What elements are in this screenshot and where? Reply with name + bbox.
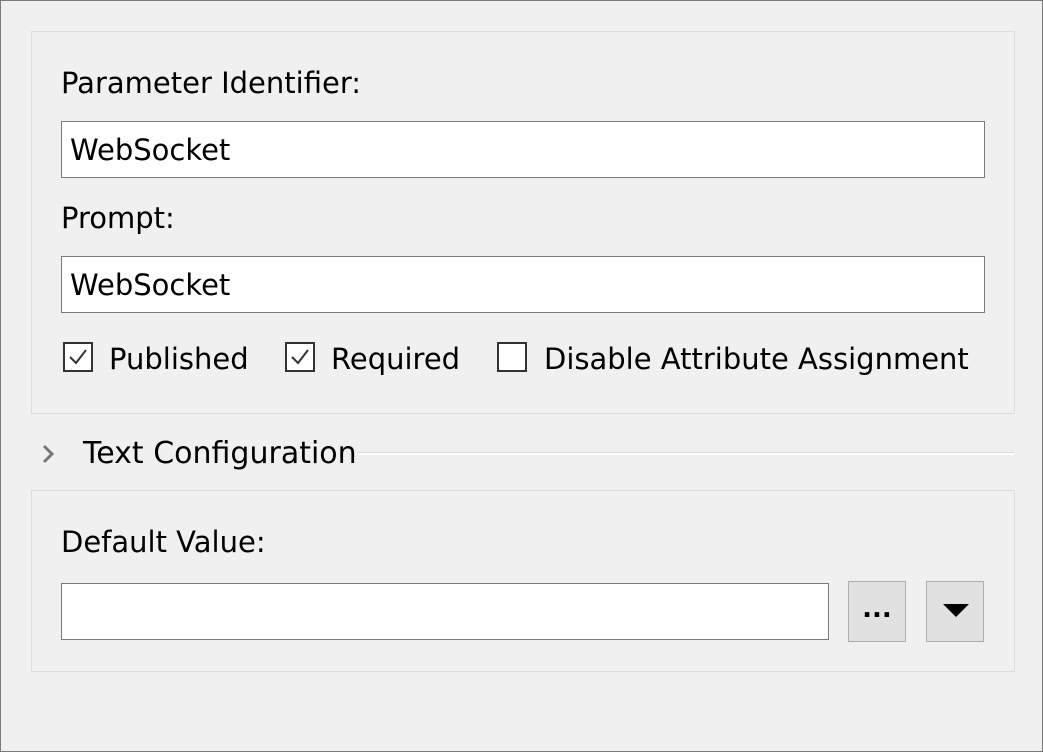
triangle-down-icon xyxy=(943,604,969,617)
required-checkbox[interactable] xyxy=(285,342,315,372)
section-divider xyxy=(358,452,1014,455)
checkmark-icon xyxy=(291,349,309,365)
default-value-group: Default Value: ... xyxy=(31,490,1015,672)
published-label[interactable]: Published xyxy=(109,342,249,376)
dropdown-button[interactable] xyxy=(926,581,984,642)
text-configuration-header[interactable]: Text Configuration xyxy=(31,433,1014,475)
published-checkbox[interactable] xyxy=(63,342,93,372)
parameter-group: Parameter Identifier: Prompt: Published … xyxy=(31,31,1015,414)
required-label[interactable]: Required xyxy=(331,342,460,376)
ellipsis-button[interactable]: ... xyxy=(848,581,906,642)
parameter-identifier-label: Parameter Identifier: xyxy=(61,66,361,100)
disable-attribute-assignment-checkbox[interactable] xyxy=(497,342,527,372)
ellipsis-button-label: ... xyxy=(862,594,892,624)
disable-attribute-assignment-label[interactable]: Disable Attribute Assignment xyxy=(544,342,969,376)
text-configuration-title[interactable]: Text Configuration xyxy=(83,435,357,473)
dialog-frame: Parameter Identifier: Prompt: Published … xyxy=(0,0,1043,752)
checkmark-icon xyxy=(69,349,87,365)
parameter-identifier-input[interactable] xyxy=(61,121,985,178)
prompt-input[interactable] xyxy=(61,256,985,313)
chevron-right-icon[interactable] xyxy=(41,443,55,465)
default-value-input[interactable] xyxy=(61,583,829,640)
default-value-label: Default Value: xyxy=(61,525,266,559)
prompt-label: Prompt: xyxy=(61,201,175,235)
